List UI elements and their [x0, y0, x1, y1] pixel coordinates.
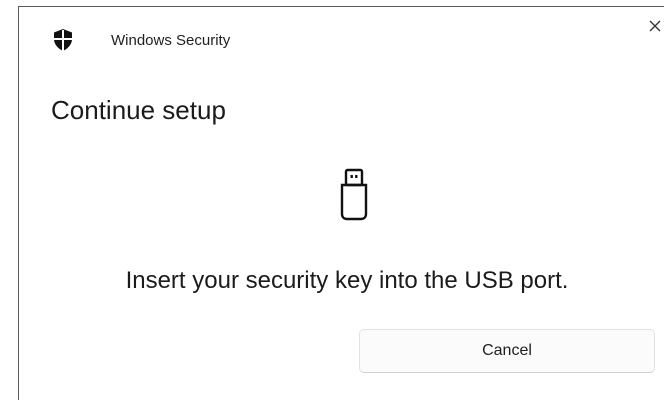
title-bar: Windows Security [19, 7, 664, 67]
cancel-button[interactable]: Cancel [359, 329, 655, 373]
dialog-heading: Continue setup [51, 95, 226, 125]
shield-icon [54, 29, 72, 51]
app-title: Windows Security [111, 32, 231, 49]
usb-key-icon [340, 168, 368, 221]
close-button[interactable] [646, 17, 664, 37]
security-dialog: Windows Security Continue setup Insert y… [18, 6, 664, 400]
instruction-message: Insert your security key into the USB po… [125, 267, 569, 294]
close-icon [649, 20, 661, 32]
